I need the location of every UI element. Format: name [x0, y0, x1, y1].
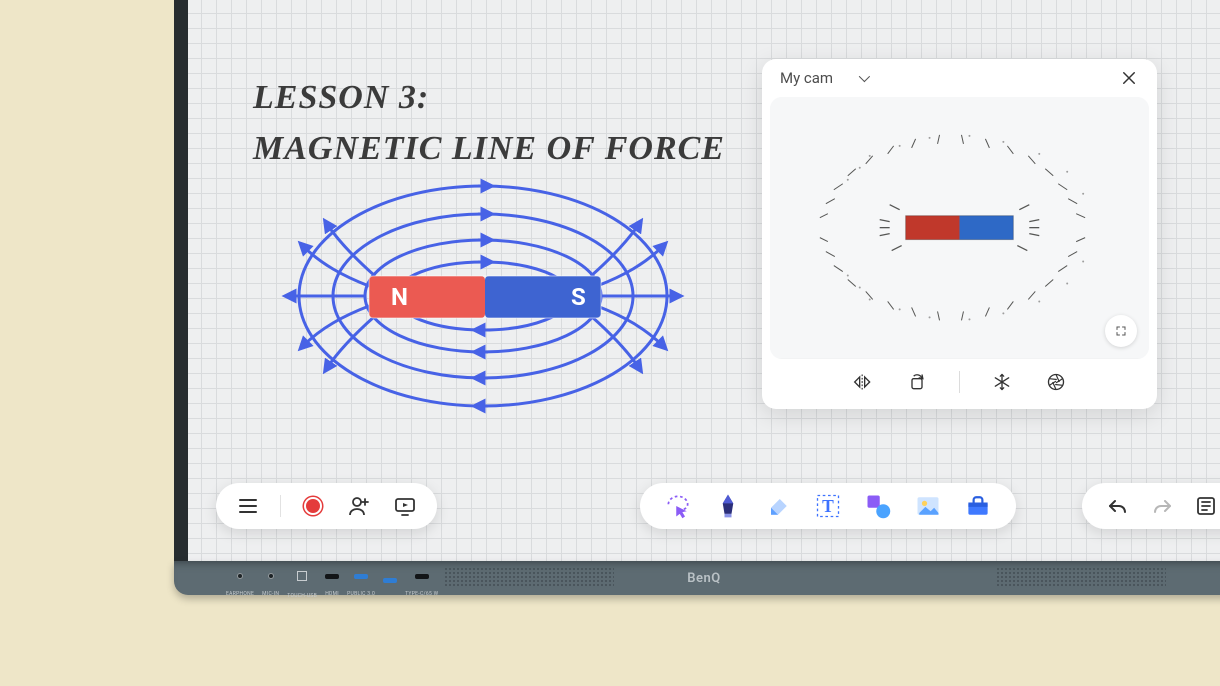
chevron-down-icon	[859, 71, 870, 82]
svg-text:T: T	[822, 496, 834, 516]
fullscreen-button[interactable]	[1105, 315, 1137, 347]
eraser-tool-button[interactable]	[764, 492, 792, 520]
add-user-icon	[347, 494, 371, 518]
history-toolbar	[1082, 483, 1220, 529]
separator	[959, 371, 960, 393]
camera-tools	[762, 359, 1157, 409]
close-icon	[1120, 69, 1138, 87]
redo-icon	[1150, 494, 1174, 518]
lasso-select-icon	[664, 491, 692, 521]
shapes-tool-button[interactable]	[864, 492, 892, 520]
text-icon: T	[814, 491, 842, 521]
camera-source-dropdown[interactable]: My cam	[780, 69, 867, 87]
undo-icon	[1106, 494, 1130, 518]
image-icon	[914, 491, 942, 521]
menu-icon	[236, 494, 260, 518]
magnet-north-label: N	[391, 283, 408, 311]
camera-panel[interactable]: My cam	[762, 59, 1157, 409]
speaker-grille-left	[444, 567, 614, 587]
camera-feed-image	[770, 97, 1149, 358]
add-participant-button[interactable]	[345, 492, 373, 520]
lesson-title-line2: Magnetic line of force	[253, 123, 725, 174]
freeze-button[interactable]	[990, 370, 1014, 394]
pages-button[interactable]	[1192, 492, 1220, 520]
mirror-icon	[853, 372, 873, 392]
separator	[280, 495, 281, 517]
text-tool-button[interactable]: T	[814, 492, 842, 520]
camera-source-label: My cam	[780, 69, 833, 87]
magnet-field-diagram: N S	[273, 176, 693, 416]
pen-tool-button[interactable]	[714, 492, 742, 520]
image-tool-button[interactable]	[914, 492, 942, 520]
freeze-icon	[992, 372, 1012, 392]
present-icon	[393, 494, 417, 518]
session-toolbar	[216, 483, 437, 529]
speaker-grille-right	[996, 567, 1166, 587]
toolbox-button[interactable]	[964, 492, 992, 520]
undo-button[interactable]	[1104, 492, 1132, 520]
eraser-icon	[764, 491, 792, 521]
shapes-icon	[864, 491, 892, 521]
select-tool-button[interactable]	[664, 492, 692, 520]
present-button[interactable]	[391, 492, 419, 520]
drawing-toolbar: T	[640, 483, 1016, 529]
fullscreen-icon	[1115, 325, 1127, 337]
interactive-display-screen: Lesson 3: Magnetic line of force	[174, 0, 1220, 575]
redo-button[interactable]	[1148, 492, 1176, 520]
lesson-title-line1: Lesson 3:	[253, 72, 725, 123]
record-icon	[306, 499, 320, 513]
pages-icon	[1194, 494, 1218, 518]
menu-button[interactable]	[234, 492, 262, 520]
camera-panel-header[interactable]: My cam	[762, 59, 1157, 97]
aperture-button[interactable]	[1044, 370, 1068, 394]
brand-logo: BenQ	[687, 571, 720, 586]
mirror-button[interactable]	[851, 370, 875, 394]
rotate-icon	[907, 372, 927, 392]
pen-icon	[714, 491, 742, 521]
toolbox-icon	[964, 491, 992, 521]
display-bezel: BenQ EARPHONE MIC-IN TOUCH-USB HDMI PUBL…	[174, 561, 1220, 595]
io-ports: EARPHONE MIC-IN TOUCH-USB HDMI PUBLIC 3.…	[226, 571, 438, 589]
magnet-south-label: S	[571, 283, 586, 311]
aperture-icon	[1046, 372, 1066, 392]
record-button[interactable]	[299, 492, 327, 520]
rotate-button[interactable]	[905, 370, 929, 394]
camera-view	[770, 97, 1149, 359]
close-button[interactable]	[1115, 64, 1143, 92]
lesson-title: Lesson 3: Magnetic line of force	[253, 72, 725, 174]
